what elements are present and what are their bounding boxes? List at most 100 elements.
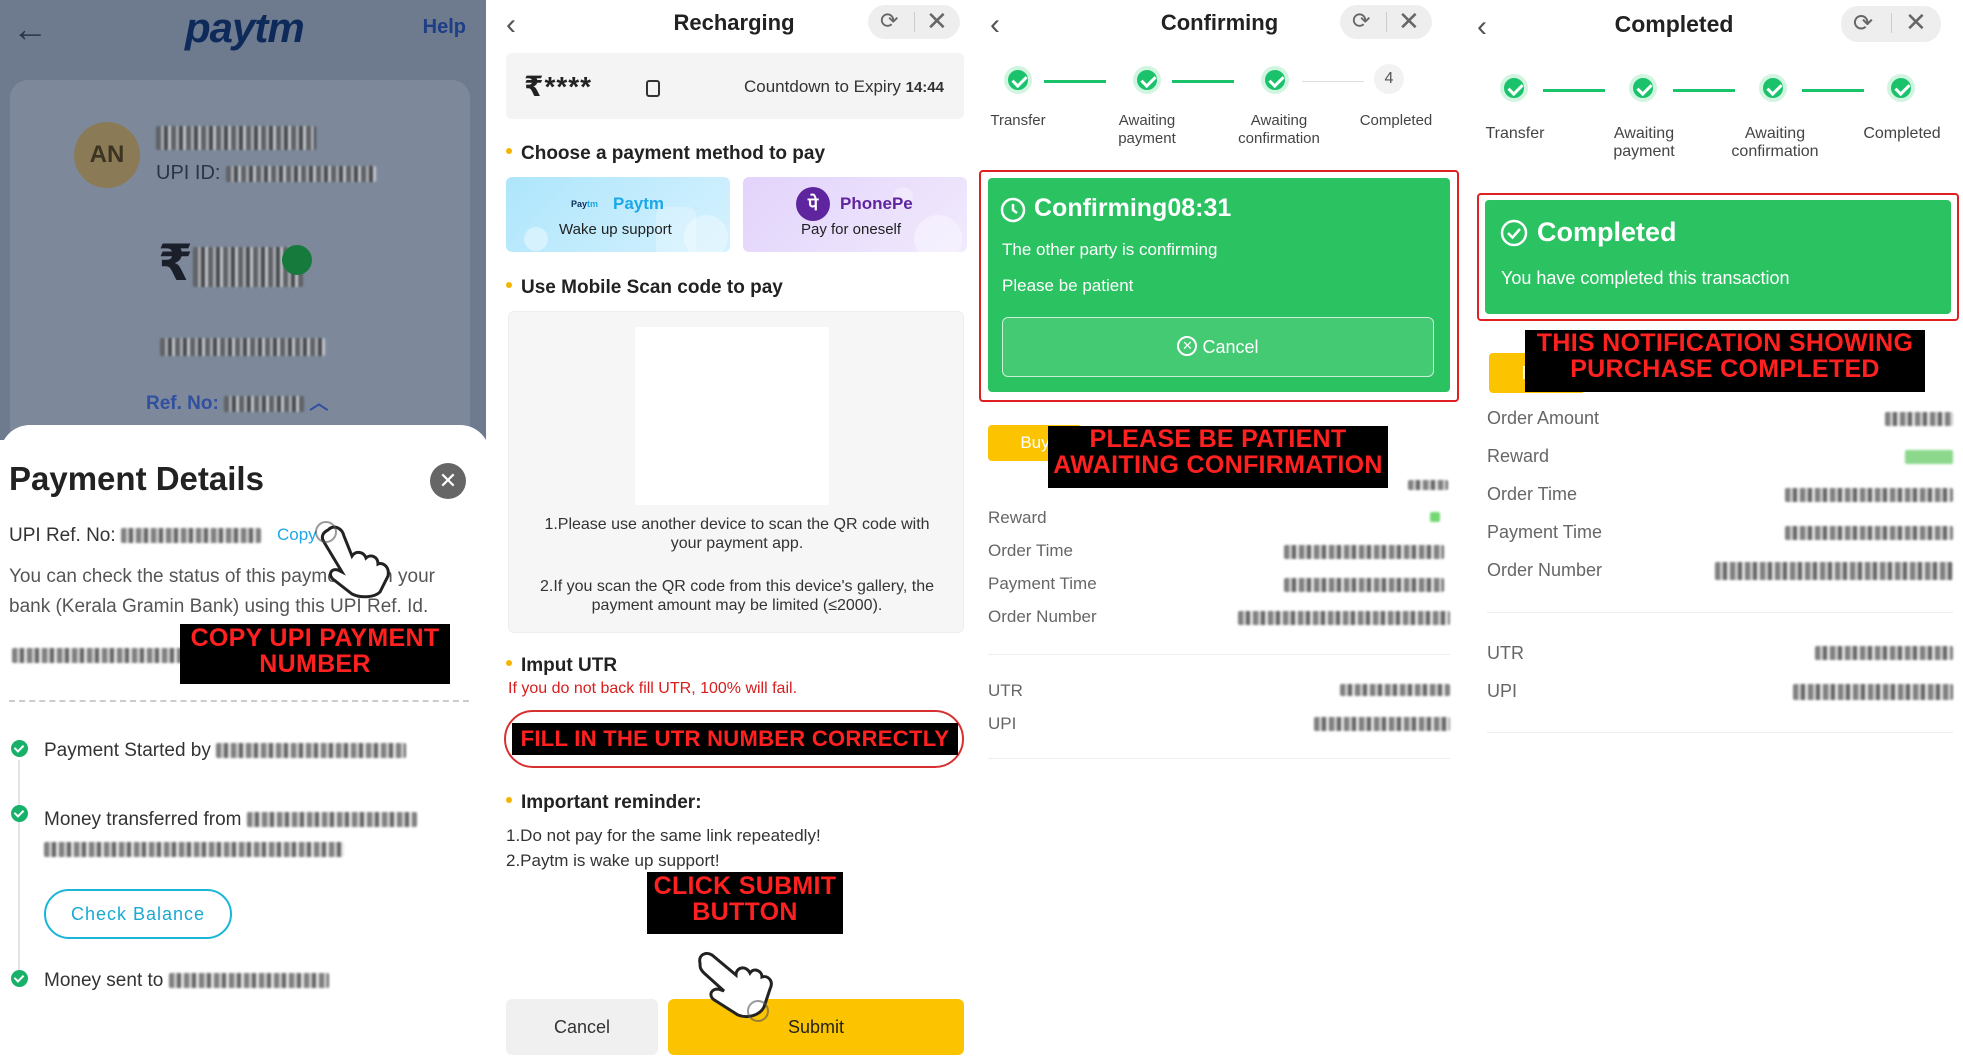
pointing-hand-icon	[315, 521, 390, 599]
status-info-text: You can check the status of this payment…	[9, 566, 435, 617]
completed-panel: ‹ Completed ⟳ ✕ Transfer Awaiting paymen…	[1465, 0, 1963, 1062]
cancel-button[interactable]: ✕ Cancel	[1002, 317, 1434, 377]
step-check-icon	[1004, 66, 1032, 94]
check-circle-icon	[1500, 219, 1528, 247]
card-decoration	[524, 207, 728, 252]
annotation-click-submit: CLICK SUBMIT BUTTON	[647, 872, 843, 934]
back-arrow-icon[interactable]: ←	[12, 8, 48, 50]
step-check-icon	[1500, 74, 1528, 102]
paytm-payment-details-panel: ← paytm Help AN UPI ID: ₹ Ref. No: ︿ Pay…	[0, 0, 490, 1062]
row-label: Payment Time	[1487, 522, 1603, 542]
scan-heading: Use Mobile Scan code to pay	[506, 277, 783, 299]
divider	[1487, 612, 1953, 613]
card-decoration	[893, 187, 962, 252]
countdown: Countdown to Expiry 14:44	[744, 77, 944, 96]
scan-note-2: 2.If you scan the QR code from this devi…	[539, 578, 935, 614]
step-number: 4	[1374, 64, 1404, 94]
timeline-step: Money transferred from	[44, 805, 417, 865]
step-label: Completed	[1359, 112, 1433, 129]
utr-label: UTR	[1487, 643, 1524, 663]
dashed-divider	[9, 700, 469, 702]
cancel-circle-icon: ✕	[1177, 336, 1198, 357]
step-check-icon	[1887, 74, 1915, 102]
screenshot-collage: ← paytm Help AN UPI ID: ₹ Ref. No: ︿ Pay…	[0, 0, 1963, 1062]
row-label: Order Number	[988, 607, 1097, 626]
divider	[1487, 732, 1953, 733]
row-label: Order Time	[1487, 484, 1578, 504]
redacted-timestamp	[12, 648, 192, 663]
refresh-icon[interactable]: ⟳	[1853, 9, 1873, 38]
annotation-fill-utr: FILL IN THE UTR NUMBER CORRECTLY	[512, 723, 958, 755]
step-check-icon	[1629, 74, 1657, 102]
pointing-hand-icon	[698, 951, 773, 1022]
confirming-line-1: The other party is confirming	[1002, 240, 1218, 259]
completed-card: Completed You have completed this transa…	[1485, 200, 1951, 314]
row-label: Order Number	[1487, 560, 1603, 580]
step-label: Transfer	[990, 112, 1046, 129]
step-check-icon	[1133, 66, 1161, 94]
upi-id-label: UPI ID:	[156, 162, 377, 185]
phonepe-method-card[interactable]: पे PhonePe Pay for oneself	[743, 177, 967, 252]
timeline-line	[18, 760, 20, 970]
redacted-name	[156, 126, 316, 150]
confirming-panel: ‹ Confirming ⟳ ✕ 4 Transfer Awaiting pay…	[978, 0, 1461, 1062]
reminder-2: 2.Paytm is wake up support!	[506, 851, 720, 870]
step-check-icon	[1261, 66, 1289, 94]
cancel-button[interactable]: Cancel	[506, 999, 658, 1055]
close-icon[interactable]: ✕	[430, 463, 466, 499]
completed-line: You have completed this transaction	[1501, 268, 1790, 288]
redacted-date	[160, 338, 325, 356]
scan-note-1: 1.Please use another device to scan the …	[544, 516, 930, 552]
row-label: Payment Time	[988, 574, 1097, 593]
phonepe-sub: Pay for oneself	[801, 221, 902, 238]
step-check-icon	[1759, 74, 1787, 102]
annotation-be-patient: PLEASE BE PATIENT AWAITING CONFIRMATION	[1048, 426, 1388, 488]
qr-code-area: 1.Please use another device to scan the …	[508, 311, 964, 633]
ref-number[interactable]: Ref. No: ︿	[146, 388, 328, 415]
phonepe-name: PhonePe	[840, 194, 913, 213]
recharging-panel: ‹ Recharging ⟳ ✕ ₹**** Countdown to Expi…	[494, 0, 974, 1062]
redacted-amount: ₹	[158, 234, 303, 292]
sheet-title: Payment Details	[9, 460, 264, 497]
close-icon[interactable]: ✕	[926, 6, 948, 37]
qr-code	[635, 327, 829, 505]
page-title: Completed	[1614, 11, 1734, 37]
utr-label: UTR	[988, 681, 1023, 700]
check-balance-button[interactable]: Check Balance	[44, 889, 232, 939]
phonepe-logo-icon: पे	[796, 187, 830, 221]
utr-warning: If you do not back fill UTR, 100% will f…	[508, 680, 798, 697]
close-icon[interactable]: ✕	[1905, 7, 1927, 38]
step-connector	[1044, 80, 1106, 83]
header-actions: ⟳ ✕	[1841, 6, 1941, 42]
step-label: Awaiting confirmation	[1731, 125, 1819, 160]
upi-ref-label: UPI Ref. No:	[9, 525, 261, 547]
avatar: AN	[74, 122, 140, 188]
upi-label: UPI	[988, 714, 1017, 733]
chevron-up-icon: ︿	[309, 393, 329, 414]
step-connector	[1802, 89, 1864, 92]
header-actions: ⟳ ✕	[868, 5, 960, 39]
annotation-purchase-completed: THIS NOTIFICATION SHOWING PURCHASE COMPL…	[1525, 330, 1925, 392]
refresh-icon[interactable]: ⟳	[1352, 8, 1370, 34]
choose-method-heading: Choose a payment method to pay	[506, 143, 825, 165]
step-connector	[1543, 89, 1605, 92]
row-label: Reward	[1487, 446, 1550, 466]
reminder-1: 1.Do not pay for the same link repeatedl…	[506, 826, 821, 845]
completed-title: Completed	[1537, 217, 1677, 247]
divider	[988, 758, 1450, 759]
upi-label: UPI	[1487, 681, 1518, 701]
help-link[interactable]: Help	[423, 16, 466, 39]
step-label: Awaiting confirmation	[1238, 112, 1320, 147]
confirming-title: Confirming08:31	[1034, 194, 1232, 222]
timeline-step: Payment Started by	[44, 740, 407, 762]
reminder-heading: Important reminder:	[506, 792, 702, 814]
paytm-method-card[interactable]: Paytm Paytm Wake up support	[506, 177, 730, 252]
copy-icon[interactable]	[646, 80, 660, 97]
close-icon[interactable]: ✕	[1398, 6, 1420, 37]
step-check-icon	[11, 970, 28, 987]
divider	[988, 654, 1450, 655]
refresh-icon[interactable]: ⟳	[880, 8, 898, 34]
verified-check-icon	[282, 245, 312, 275]
timeline-step: Money sent to	[44, 970, 329, 992]
step-label: Awaiting payment	[1613, 125, 1675, 160]
